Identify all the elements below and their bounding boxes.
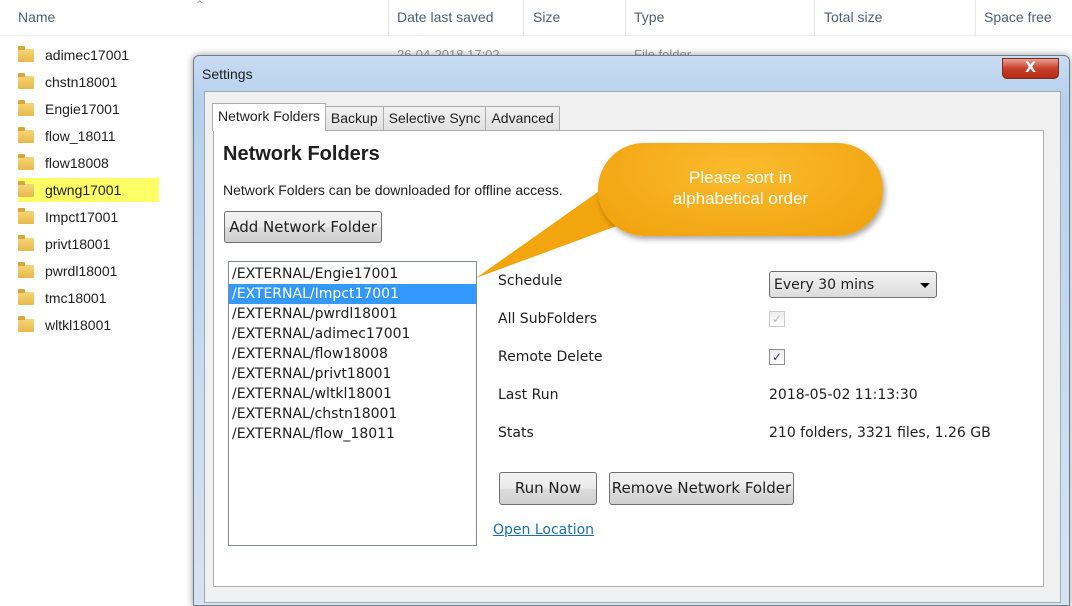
file-name: adimec17001 (45, 47, 130, 63)
tab-selective-sync[interactable]: Selective Sync (382, 106, 487, 131)
remove-network-folder-button[interactable]: Remove Network Folder (609, 472, 794, 505)
file-item[interactable]: flow18008 (18, 151, 109, 175)
file-item[interactable]: pwrdl18001 (18, 259, 117, 283)
run-now-button[interactable]: Run Now (499, 472, 597, 505)
folder-list-item[interactable]: /EXTERNAL/flow_18011 (229, 424, 476, 444)
file-name: privt18001 (45, 236, 111, 252)
column-space-free[interactable]: Space free (984, 9, 1052, 25)
subfolders-label: All SubFolders (498, 311, 598, 327)
schedule-select[interactable]: Every 30 mins (769, 271, 937, 298)
add-network-folder-button[interactable]: Add Network Folder (224, 211, 382, 243)
column-date[interactable]: Date last saved (397, 9, 494, 25)
tab-advanced[interactable]: Advanced (485, 106, 560, 131)
folder-icon (18, 180, 34, 197)
remote-delete-label: Remote Delete (498, 349, 603, 365)
divider (388, 0, 389, 36)
file-item[interactable]: Engie17001 (18, 97, 120, 121)
open-location-link[interactable]: Open Location (493, 522, 594, 538)
file-item[interactable]: tmc18001 (18, 286, 106, 310)
folder-list-item[interactable]: /EXTERNAL/pwrdl18001 (229, 304, 476, 324)
folder-icon (18, 45, 34, 62)
stats-label: Stats (498, 425, 534, 441)
divider (975, 0, 976, 36)
folder-icon (18, 72, 34, 89)
file-name: tmc18001 (45, 290, 107, 306)
column-name[interactable]: Name (18, 9, 55, 25)
file-item[interactable]: privt18001 (18, 232, 110, 256)
tab-network-folders[interactable]: Network Folders (212, 103, 326, 131)
folder-list-item[interactable]: /EXTERNAL/wltkl18001 (229, 384, 476, 404)
dialog-title: Settings (202, 66, 253, 82)
file-name: Engie17001 (45, 101, 120, 117)
divider (814, 0, 815, 36)
folder-list-item[interactable]: /EXTERNAL/adimec17001 (229, 324, 476, 344)
folder-list-item[interactable]: /EXTERNAL/flow18008 (229, 344, 476, 364)
file-name: Impct17001 (45, 209, 119, 225)
folder-list-item[interactable]: /EXTERNAL/privt18001 (229, 364, 476, 384)
file-item[interactable]: flow_18011 (18, 124, 116, 148)
file-item[interactable]: adimec17001 (18, 43, 129, 67)
file-item[interactable]: chstn18001 (18, 70, 117, 94)
file-name: chstn18001 (45, 74, 118, 90)
divider (523, 0, 524, 36)
folder-icon (18, 153, 34, 170)
file-name: wltkl18001 (45, 317, 112, 333)
file-item[interactable]: gtwng17001 (18, 178, 159, 202)
settings-dialog: Settings X Network Folders Backup Select… (193, 55, 1070, 606)
file-item[interactable]: wltkl18001 (18, 313, 111, 337)
file-name: flow18008 (45, 155, 109, 171)
folder-icon (18, 261, 34, 278)
remote-delete-checkbox[interactable]: ✓ (769, 349, 785, 365)
last-run-label: Last Run (498, 387, 559, 403)
subfolders-checkbox[interactable]: ✓ (769, 311, 785, 327)
close-button[interactable]: X (1002, 58, 1059, 79)
file-name: gtwng17001 (45, 182, 122, 198)
description: Network Folders can be downloaded for of… (223, 182, 563, 198)
chevron-down-icon (920, 283, 930, 288)
schedule-label: Schedule (498, 273, 563, 289)
folder-icon (18, 99, 34, 116)
callout-line-1: Please sort in (689, 168, 792, 187)
folder-icon (18, 234, 34, 251)
file-name: pwrdl18001 (45, 263, 118, 279)
sort-arrow-icon: ^ (196, 0, 204, 10)
folder-icon (18, 288, 34, 305)
folder-list-item[interactable]: /EXTERNAL/Engie17001 (229, 264, 476, 284)
page-title: Network Folders (223, 143, 380, 165)
folder-icon (18, 315, 34, 332)
divider (625, 0, 626, 36)
folder-list-item[interactable]: /EXTERNAL/Impct17001 (229, 284, 476, 304)
tab-bar: Network Folders Backup Selective Sync Ad… (212, 103, 560, 131)
callout-line-2: alphabetical order (672, 189, 809, 208)
folder-list[interactable]: /EXTERNAL/Engie17001/EXTERNAL/Impct17001… (228, 261, 477, 546)
column-header-bar: ^ Name Date last saved Size Type Total s… (0, 0, 1072, 36)
folder-icon (18, 126, 34, 143)
schedule-value: Every 30 mins (774, 277, 875, 293)
folder-icon (18, 207, 34, 224)
callout-bubble: Please sort in alphabetical order (598, 143, 883, 236)
column-type[interactable]: Type (634, 9, 664, 25)
column-size[interactable]: Size (533, 9, 560, 25)
column-total-size[interactable]: Total size (824, 9, 882, 25)
file-item[interactable]: Impct17001 (18, 205, 118, 229)
file-name: flow_18011 (45, 128, 116, 144)
last-run-value: 2018-05-02 11:13:30 (769, 387, 918, 403)
folder-list-item[interactable]: /EXTERNAL/chstn18001 (229, 404, 476, 424)
stats-value: 210 folders, 3321 files, 1.26 GB (769, 425, 991, 441)
tab-backup[interactable]: Backup (324, 106, 384, 131)
